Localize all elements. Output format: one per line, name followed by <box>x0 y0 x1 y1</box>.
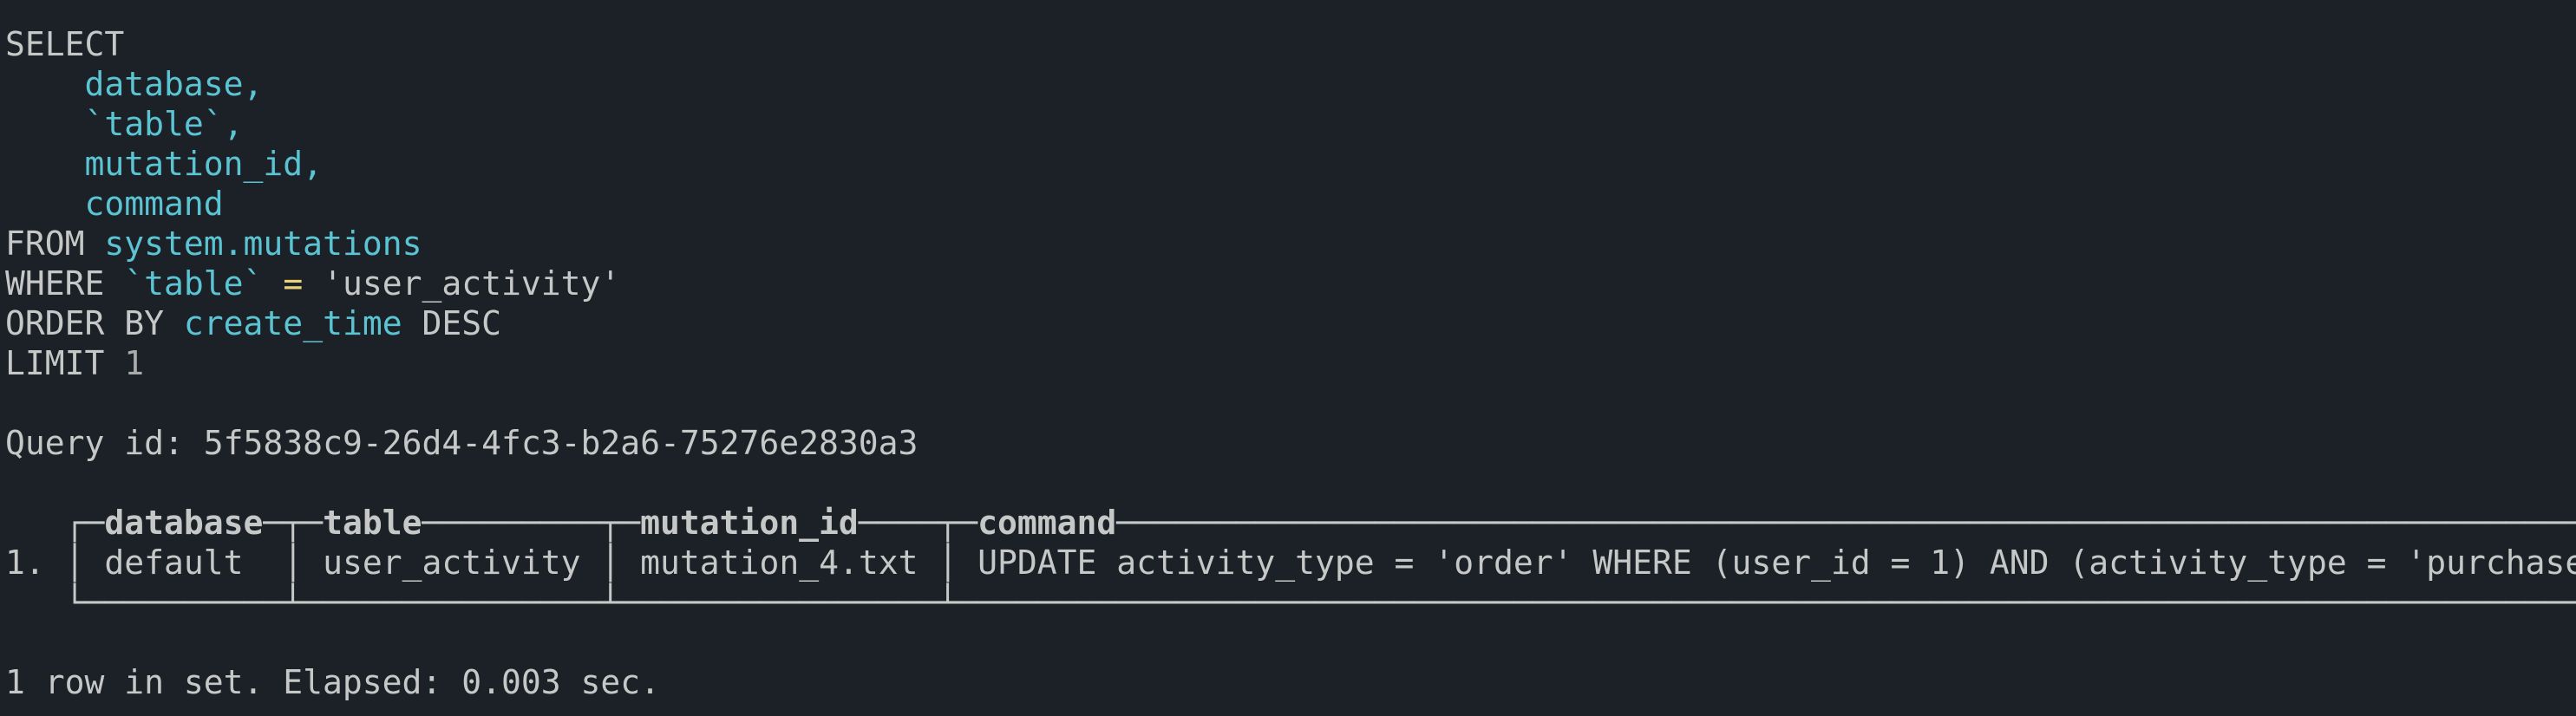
table-border: ───────── <box>422 504 601 542</box>
sql-column-line: command <box>5 184 2576 224</box>
where-operator: = <box>283 264 304 303</box>
table-border: ─ <box>263 504 284 542</box>
cell-table: user_activity <box>323 544 581 582</box>
where-value: 'user_activity' <box>323 264 621 303</box>
cell-padding <box>244 544 284 582</box>
table-border: ┌─ <box>64 504 105 542</box>
where-column: `table` <box>124 264 264 303</box>
where-keyword: WHERE <box>5 264 105 303</box>
table-border: ────────────────────────────────────────… <box>1116 504 2576 542</box>
cell-database: default <box>104 544 244 582</box>
result-summary: 1 row in set. Elapsed: 0.003 sec. <box>5 663 660 701</box>
cell-padding <box>581 544 601 582</box>
table-indent <box>5 504 65 542</box>
column-header-command: command <box>977 504 1117 542</box>
table-border: ┬─ <box>283 504 324 542</box>
order-keyword: ORDER BY <box>5 304 165 342</box>
table-border: │ <box>64 544 105 582</box>
order-direction: DESC <box>422 304 501 342</box>
sql-select-line: SELECT <box>5 24 2576 64</box>
cell-padding <box>918 544 938 582</box>
table-border: │ <box>283 544 324 582</box>
from-table: system.mutations <box>104 225 422 263</box>
row-number: 1. <box>5 544 65 582</box>
select-keyword: SELECT <box>5 25 125 63</box>
sql-limit-line: LIMIT 1 <box>5 343 2576 383</box>
limit-keyword: LIMIT <box>5 344 105 382</box>
table-indent <box>5 583 65 622</box>
select-column: mutation_id, <box>84 145 324 183</box>
cell-command: UPDATE activity_type = 'order' WHERE (us… <box>977 544 2576 582</box>
table-border: ┬─ <box>938 504 978 542</box>
sql-column-line: database, <box>5 64 2576 104</box>
column-header-table: table <box>323 504 422 542</box>
table-border: ┬─ <box>600 504 641 542</box>
table-border: ──── <box>858 504 938 542</box>
select-column: `table`, <box>84 105 244 143</box>
sql-where-line: WHERE `table` = 'user_activity' <box>5 264 2576 303</box>
table-border: │ <box>938 544 978 582</box>
select-column: command <box>84 185 224 223</box>
result-table-row: 1. │ default │ user_activity │ mutation_… <box>5 543 2576 583</box>
cell-mutation-id: mutation_4.txt <box>640 544 919 582</box>
from-keyword: FROM <box>5 225 85 263</box>
sql-from-line: FROM system.mutations <box>5 224 2576 264</box>
terminal-output: SELECT database, `table`, mutation_id, c… <box>5 24 2576 702</box>
column-header-database: database <box>104 504 264 542</box>
query-id-value: 5f5838c9-26d4-4fc3-b2a6-75276e2830a3 <box>203 424 919 462</box>
query-id-label: Query id: <box>5 424 184 462</box>
sql-order-line: ORDER BY create_time DESC <box>5 303 2576 343</box>
column-header-mutation-id: mutation_id <box>640 504 859 542</box>
table-border: │ <box>600 544 641 582</box>
sql-column-line: mutation_id, <box>5 144 2576 184</box>
select-column: database, <box>84 65 264 103</box>
query-id-line: Query id: 5f5838c9-26d4-4fc3-b2a6-75276e… <box>5 423 2576 463</box>
order-column: create_time <box>183 304 402 342</box>
sql-column-line: `table`, <box>5 104 2576 144</box>
result-table-top: ┌─database─┬─table─────────┬─mutation_id… <box>5 503 2576 543</box>
limit-value: 1 <box>124 344 145 382</box>
result-table-bottom: └──────────┴───────────────┴────────────… <box>5 583 2576 622</box>
table-border: └──────────┴───────────────┴────────────… <box>64 583 2576 622</box>
